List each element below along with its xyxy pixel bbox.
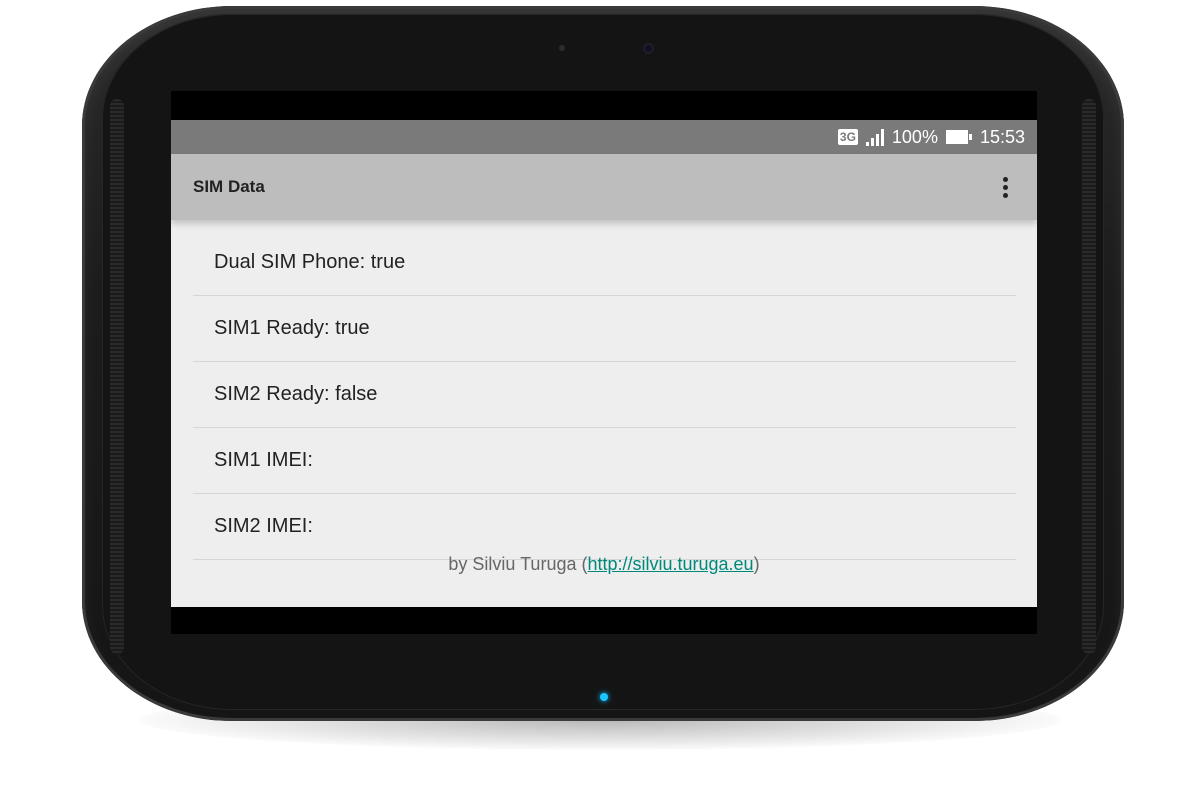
footer-prefix: by Silviu Turuga ( [448,554,588,574]
left-speaker-grille [110,99,124,654]
list-item-label: SIM1 Ready: true [214,317,370,339]
sim-info-list: Dual SIM Phone: true SIM1 Ready: true SI… [193,230,1016,560]
status-time: 15:53 [979,126,1025,147]
footer-suffix: ) [753,554,760,574]
list-item-sim2-ready[interactable]: SIM2 Ready: false [193,362,1016,428]
right-speaker-grille [1082,99,1096,654]
main-content: Dual SIM Phone: true SIM1 Ready: true SI… [171,220,1037,607]
more-vert-icon[interactable] [993,172,1017,202]
3g-icon: 3G [837,129,858,145]
footer-credit: by Silviu Turuga (http://silviu.turuga.e… [171,554,1037,575]
scene: 3G 100% 15:53 SIM Data Dual SIM Phone: t… [0,0,1200,797]
front-camera [645,45,652,52]
list-item-sim2-imei[interactable]: SIM2 IMEI: [193,494,1016,560]
status-icons: 3G 100% 15:53 [837,120,1025,154]
app-title: SIM Data [193,177,265,196]
signal-icon [865,128,884,146]
proximity-sensor [559,45,565,51]
list-item-sim1-imei[interactable]: SIM1 IMEI: [193,428,1016,494]
menu-dot [1002,192,1008,198]
menu-dot [1002,184,1008,190]
list-item-label: SIM1 IMEI: [214,449,313,471]
bottom-screen-band [171,607,1037,634]
notification-led [600,693,608,701]
list-item-dual-sim[interactable]: Dual SIM Phone: true [193,230,1016,296]
list-item-label: Dual SIM Phone: true [214,251,406,273]
list-item-label: SIM2 Ready: false [214,383,378,405]
menu-dot [1002,176,1008,182]
status-bar: 3G 100% 15:53 [171,120,1037,154]
list-item-label: SIM2 IMEI: [214,515,313,537]
battery-percent: 100% [891,126,938,147]
battery-icon [945,130,972,144]
app-bar: SIM Data [171,154,1037,220]
list-item-sim1-ready[interactable]: SIM1 Ready: true [193,296,1016,362]
author-link[interactable]: http://silviu.turuga.eu [587,554,753,574]
device-screen: 3G 100% 15:53 SIM Data Dual SIM Phone: t… [171,91,1037,634]
